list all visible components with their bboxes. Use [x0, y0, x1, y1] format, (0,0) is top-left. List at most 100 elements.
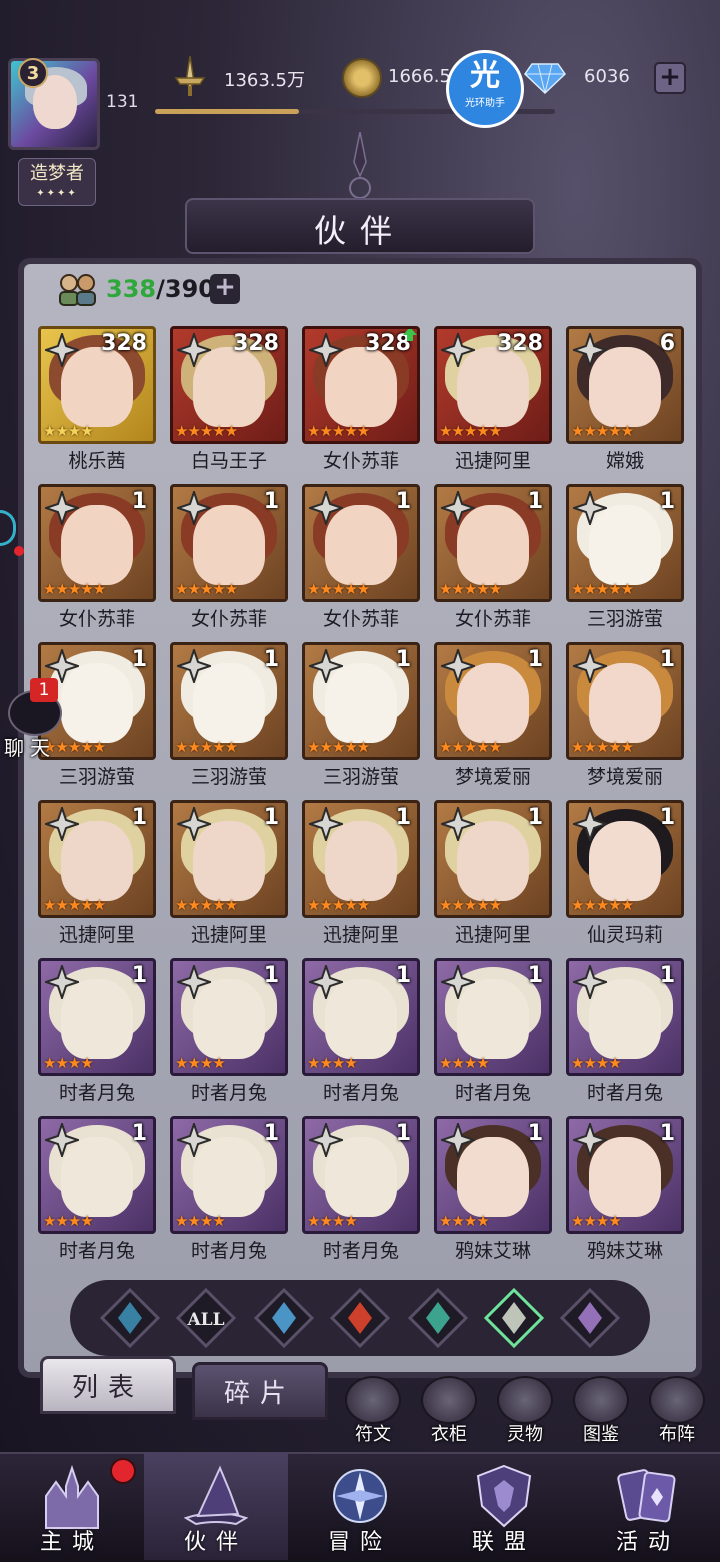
partner-card[interactable]: 328 ★★★★★ [434, 326, 552, 444]
tab-fragments[interactable]: 碎片 [192, 1362, 328, 1420]
tab-list[interactable]: 列表 [40, 1356, 176, 1414]
card-stars: ★★★★ [439, 1054, 490, 1072]
partner-card[interactable]: 6 ★★★★★ [566, 326, 684, 444]
filter-all-button[interactable]: ALL [174, 1286, 238, 1350]
notification-dot [110, 1458, 136, 1484]
partner-card[interactable]: 1 ★★★★ [302, 958, 420, 1076]
nav-alliance[interactable]: 联盟 [432, 1452, 576, 1560]
upgrade-arrow-icon [403, 329, 417, 341]
filter-fire-button[interactable] [328, 1286, 392, 1350]
filter-faction-1-button[interactable] [98, 1286, 162, 1350]
filter-light-button[interactable] [482, 1286, 546, 1350]
codex-icon [573, 1376, 629, 1424]
partner-card[interactable]: 1 ★★★★★ [302, 484, 420, 602]
partner-name: 三羽游萤 [322, 766, 399, 788]
partner-card[interactable]: 1 ★★★★★ [38, 800, 156, 918]
partner-card[interactable]: 1 ★★★★★ [566, 642, 684, 760]
partner-name: 女仆苏菲 [322, 450, 399, 472]
partner-name: 时者月兔 [454, 1082, 531, 1104]
partner-card[interactable]: 1 ★★★★ [302, 1116, 420, 1234]
formation-button[interactable]: 布阵 [646, 1376, 708, 1445]
partner-card[interactable]: 328 ★★★★ [38, 326, 156, 444]
partner-card[interactable]: 1 ★★★★★ [170, 800, 288, 918]
add-gems-button[interactable]: + [654, 62, 686, 94]
partner-name: 鸦妹艾琳 [586, 1240, 663, 1262]
partner-name: 嫦娥 [605, 450, 644, 472]
codex-label: 图鉴 [583, 1424, 619, 1445]
nav-partners[interactable]: 伙伴 [144, 1452, 288, 1560]
wardrobe-button[interactable]: 衣柜 [418, 1376, 480, 1445]
partner-card[interactable]: 1 ★★★★ [38, 1116, 156, 1234]
filter-wind-button[interactable] [406, 1286, 470, 1350]
partner-card[interactable]: 1 ★★★★ [38, 958, 156, 1076]
assistant-glyph: 光 [470, 58, 500, 93]
light-element-icon [441, 491, 475, 525]
gem-display: 6036 [582, 60, 652, 96]
partner-card[interactable]: 1 ★★★★★ [434, 484, 552, 602]
card-level: 1 [131, 1121, 147, 1146]
partner-card[interactable]: 1 ★★★★★ [434, 800, 552, 918]
filter-dark-button[interactable] [558, 1286, 622, 1350]
partner-card[interactable]: 328 ★★★★★ [302, 326, 420, 444]
partner-card[interactable]: 1 ★★★★★ [302, 800, 420, 918]
partner-card[interactable]: 1 ★★★★ [566, 1116, 684, 1234]
partner-card[interactable]: 1 ★★★★★ [434, 642, 552, 760]
partner-name: 迅捷阿里 [190, 924, 267, 946]
partner-name: 女仆苏菲 [454, 608, 531, 630]
partner-name: 仙灵玛莉 [586, 924, 663, 946]
light-element-icon [573, 333, 607, 367]
card-level: 1 [263, 647, 279, 672]
partner-name: 女仆苏菲 [322, 608, 399, 630]
partner-card[interactable]: 1 ★★★★ [566, 958, 684, 1076]
card-stars: ★★★★★ [571, 422, 634, 440]
sword-icon [174, 55, 206, 96]
card-level: 1 [395, 963, 411, 988]
gem-value: 6036 [584, 66, 630, 87]
card-level: 1 [527, 489, 543, 514]
partner-card[interactable]: 328 ★★★★★ [170, 326, 288, 444]
partner-card[interactable]: 1 ★★★★ [434, 958, 552, 1076]
card-stars: ★★★★★ [175, 738, 238, 756]
partner-card[interactable]: 1 ★★★★ [170, 958, 288, 1076]
partner-card[interactable]: 1 ★★★★★ [170, 484, 288, 602]
partner-card[interactable]: 1 ★★★★★ [566, 800, 684, 918]
partner-name: 梦境爱丽 [454, 766, 531, 788]
wardrobe-icon [421, 1376, 477, 1424]
light-element-icon [441, 965, 475, 999]
partner-card[interactable]: 1 ★★★★★ [566, 484, 684, 602]
side-drawer-dot [14, 546, 24, 556]
partner-count-text: 338/390 [106, 275, 215, 303]
card-stars: ★★★★ [307, 1054, 358, 1072]
card-level: 328 [233, 331, 279, 356]
partner-card[interactable]: 1 ★★★★ [434, 1116, 552, 1234]
partner-card[interactable]: 1 ★★★★★ [302, 642, 420, 760]
assistant-floating-button[interactable]: 光 光环助手 [446, 50, 524, 128]
moon-crest-icon [349, 132, 371, 199]
wardrobe-label: 衣柜 [431, 1424, 467, 1445]
partner-name: 桃乐茜 [68, 450, 126, 472]
partner-card[interactable]: 1 ★★★★★ [170, 642, 288, 760]
card-stars: ★★★★★ [439, 738, 502, 756]
filter-water-button[interactable] [252, 1286, 316, 1350]
partner-card[interactable]: 1 ★★★★ [170, 1116, 288, 1234]
card-stars: ★★★★ [43, 422, 94, 440]
rune-button[interactable]: 符文 [342, 1376, 404, 1445]
card-stars: ★★★★★ [571, 738, 634, 756]
nav-events[interactable]: 活动 [576, 1452, 720, 1560]
nav-adventure[interactable]: 冒险 [288, 1452, 432, 1560]
codex-button[interactable]: 图鉴 [570, 1376, 632, 1445]
light-element-icon [45, 807, 79, 841]
partner-count-max: /390 [156, 275, 215, 303]
player-level: 131 [106, 92, 139, 112]
expand-slots-button[interactable]: + [210, 274, 240, 304]
partner-name: 时者月兔 [322, 1082, 399, 1104]
light-element-icon [45, 333, 79, 367]
chat-badge: 1 [30, 678, 58, 702]
spirit-icon [497, 1376, 553, 1424]
light-element-icon [441, 649, 475, 683]
partner-name: 三羽游萤 [58, 766, 135, 788]
player-title-badge[interactable]: 造梦者 ✦✦✦✦ [18, 158, 96, 206]
spirit-button[interactable]: 灵物 [494, 1376, 556, 1445]
partner-card[interactable]: 1 ★★★★★ [38, 484, 156, 602]
light-element-icon [45, 491, 79, 525]
